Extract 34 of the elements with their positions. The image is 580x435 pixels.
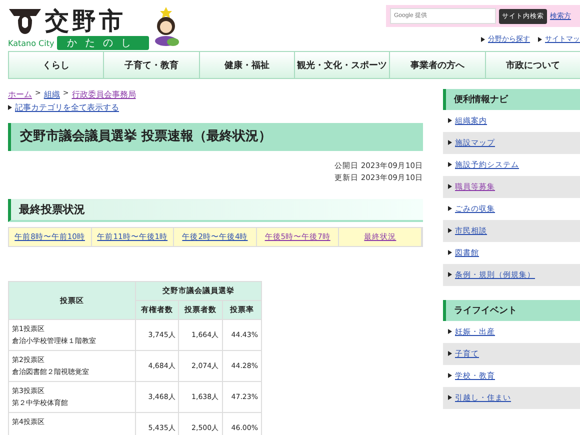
nav-tab[interactable]: くらし xyxy=(8,51,104,79)
category-link[interactable]: 記事カテゴリを全て表示する xyxy=(15,103,119,112)
sidebar-heading: 便利情報ナビ xyxy=(443,89,580,110)
triangle-icon xyxy=(448,140,452,146)
nav-tab[interactable]: 子育て・教育 xyxy=(103,51,200,79)
nav-tab[interactable]: 市政について xyxy=(484,51,580,79)
city-name-english: Katano City xyxy=(8,38,54,48)
triangle-icon xyxy=(448,351,452,356)
triangle-icon xyxy=(481,36,485,42)
triangle-icon xyxy=(448,162,452,168)
page-title: 交野市議会議員選挙 投票速報（最終状況） xyxy=(8,123,423,151)
triangle-icon xyxy=(448,228,452,234)
nav-tab[interactable]: 観光・文化・スポーツ xyxy=(294,51,390,79)
triangle-icon xyxy=(448,395,452,400)
triangle-icon xyxy=(448,373,452,378)
breadcrumb-link[interactable]: ホーム xyxy=(8,89,32,100)
nav-tab[interactable]: 健康・福祉 xyxy=(198,51,295,79)
mascot-drawing xyxy=(153,6,180,46)
breadcrumb-link[interactable]: 行政委員会事務局 xyxy=(72,89,136,100)
triangle-icon xyxy=(448,250,452,256)
triangle-icon xyxy=(448,329,452,334)
section-heading: 最終投票状況 xyxy=(8,199,423,222)
triangle-icon xyxy=(448,184,452,190)
triangle-icon xyxy=(448,272,452,278)
city-name-kana: かたのし xyxy=(57,36,150,50)
breadcrumb-link[interactable]: 組織 xyxy=(44,89,60,100)
triangle-icon xyxy=(448,206,452,212)
triangle-icon xyxy=(448,118,452,124)
city-name: 交野市 xyxy=(45,7,126,35)
triangle-icon xyxy=(538,36,542,42)
sidebar-heading: ライフイベント xyxy=(443,300,580,321)
triangle-icon xyxy=(8,105,12,110)
city-emblem-icon xyxy=(8,6,42,36)
nav-tab[interactable]: 事業者の方へ xyxy=(389,51,486,79)
